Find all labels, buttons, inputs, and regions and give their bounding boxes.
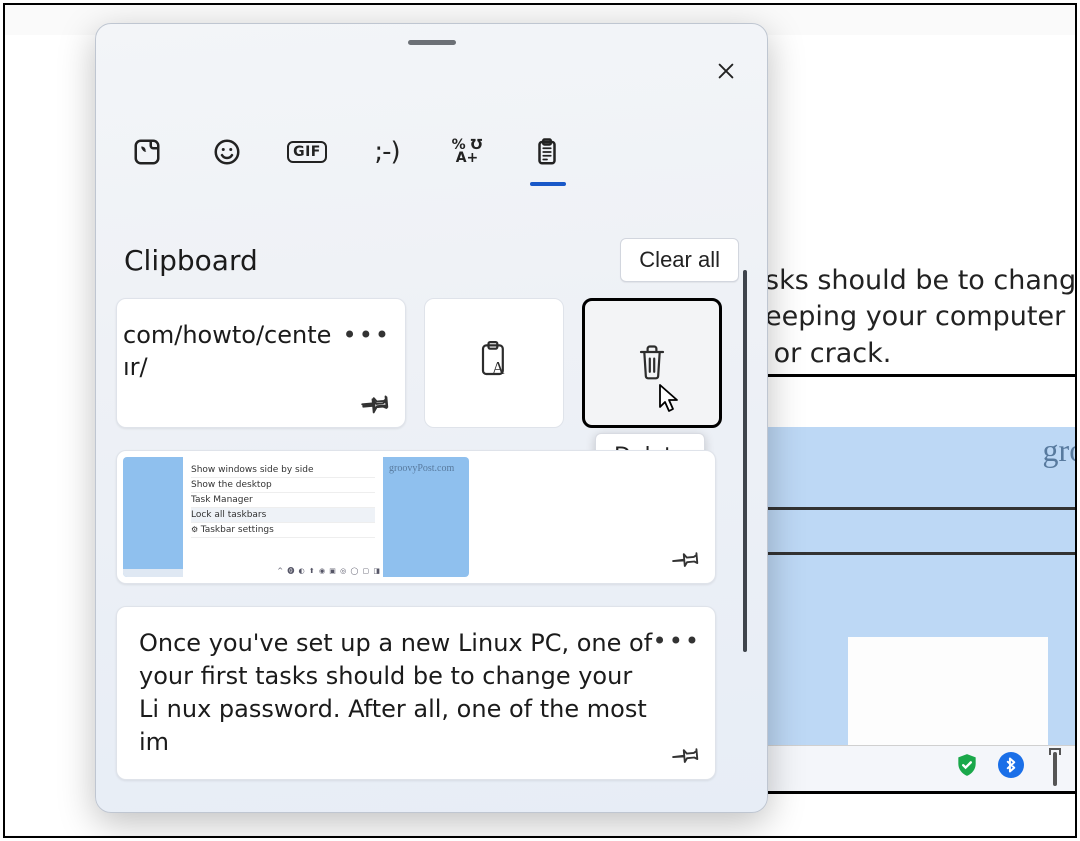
bluetooth-icon — [997, 752, 1025, 785]
input-panel-window: GIF ;-) % ℧A+ Clipboard Clear all com/ho… — [95, 23, 768, 813]
category-tabs: GIF ;-) % ℧A+ — [124, 126, 570, 178]
thumb-menu-item: Taskbar settings — [191, 523, 375, 538]
background-logo-text: groovyPo — [1043, 432, 1077, 469]
background-embedded-image: groovyPo — [765, 374, 1077, 794]
thumb-menu-item: Task Manager — [191, 493, 375, 508]
background-article-text: sks should be to change y eeping your co… — [765, 263, 1077, 372]
close-button[interactable] — [709, 54, 743, 88]
shield-check-icon — [953, 752, 981, 785]
tab-gif[interactable]: GIF — [284, 126, 330, 178]
tab-clipboard[interactable] — [524, 126, 570, 178]
trash-icon — [632, 341, 672, 385]
clipboard-item-text[interactable]: com/howto/cente ır/ ••• — [116, 298, 406, 428]
clear-all-button[interactable]: Clear all — [620, 238, 739, 282]
tab-symbols[interactable]: % ℧A+ — [444, 126, 490, 178]
clipboard-item-content: Once you've set up a new Linux PC, one o… — [139, 627, 659, 759]
thumb-menu-item: Show windows side by side — [191, 463, 375, 478]
tab-stickers[interactable] — [124, 126, 170, 178]
usb-drive-icon — [1041, 754, 1069, 784]
background-taskbar — [768, 745, 1077, 791]
clipboard-text-icon: A — [474, 341, 514, 385]
scrollbar[interactable] — [743, 270, 747, 652]
item-more-button[interactable]: ••• — [343, 321, 391, 349]
screenshot-frame: sks should be to change y eeping your co… — [3, 3, 1077, 838]
symbols-icon: % ℧A+ — [452, 139, 483, 166]
svg-text:A: A — [492, 358, 505, 378]
pin-button[interactable] — [363, 389, 391, 417]
gif-label: GIF — [287, 141, 327, 163]
drag-handle[interactable] — [408, 40, 456, 45]
thumb-menu-item: Show the desktop — [191, 478, 375, 493]
paste-as-text-button[interactable]: A — [424, 298, 564, 428]
clipboard-item-thumbnail: Show windows side by side Show the deskt… — [123, 457, 469, 577]
tab-kaomoji[interactable]: ;-) — [364, 126, 410, 178]
clipboard-item-text[interactable]: Once you've set up a new Linux PC, one o… — [116, 606, 716, 780]
thumb-menu-item: Lock all taskbars — [191, 508, 375, 523]
pin-button[interactable] — [673, 545, 701, 573]
thumb-watermark: groovyPost.com — [389, 463, 454, 474]
pin-button[interactable] — [673, 741, 701, 769]
cursor-icon — [657, 383, 681, 415]
clipboard-item-image[interactable]: Show windows side by side Show the deskt… — [116, 450, 716, 584]
thumb-tray-icons: ^ ⓿ ◐ ⬆ ◉ ▣ ◎ ◯ ▢ ◨ — [277, 566, 381, 576]
kaomoji-label: ;-) — [374, 137, 399, 167]
section-title: Clipboard — [124, 244, 258, 277]
tab-emoji[interactable] — [204, 126, 250, 178]
clipboard-items: com/howto/cente ır/ ••• A — [116, 298, 736, 780]
delete-button[interactable]: Delete — [582, 298, 722, 428]
item-more-button[interactable]: ••• — [653, 627, 701, 655]
